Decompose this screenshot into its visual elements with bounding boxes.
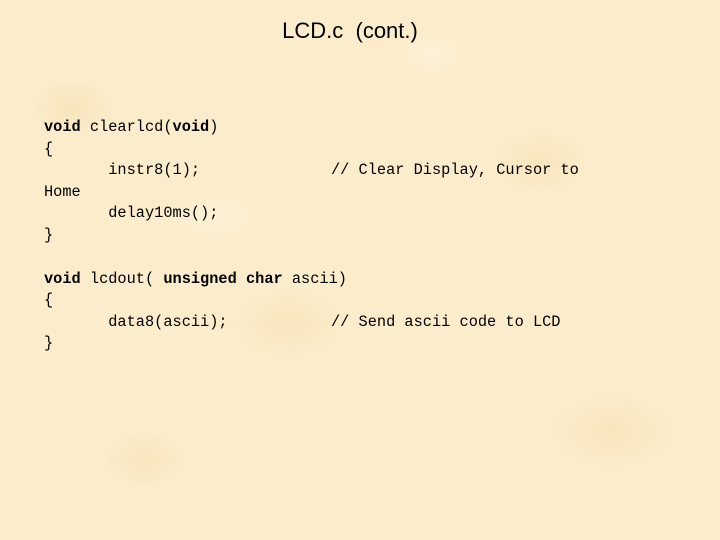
keyword: void [44, 118, 81, 136]
code-listing: void clearlcd(void) { instr8(1);// Clear… [44, 117, 579, 355]
code-comment: // Send ascii code to LCD [331, 312, 561, 331]
code-line: delay10ms(); [44, 204, 219, 223]
keyword: void [172, 118, 210, 136]
slide-title: LCD.c (cont.) [282, 18, 418, 43]
function-name: clearlcd( [80, 118, 173, 136]
keyword: unsigned char [163, 269, 283, 288]
comment-wrap: Home [44, 182, 81, 201]
close-brace: } [44, 225, 54, 244]
open-brace: { [44, 139, 54, 158]
keyword: void [44, 269, 81, 288]
statement: instr8(1); [44, 161, 201, 180]
parameter: ascii) [282, 269, 347, 288]
code-line: data8(ascii); // Send ascii code to LCD [44, 312, 560, 334]
code-line: instr8(1); // Clear Display, Cursor to [44, 160, 579, 182]
open-brace: { [44, 291, 54, 310]
function-name: lcdout( [80, 269, 164, 288]
statement: data8(ascii); [44, 312, 228, 331]
lcdout-signature: void lcdout( unsigned char ascii) [44, 269, 347, 291]
paren: ) [209, 118, 219, 136]
close-brace: } [44, 334, 54, 353]
clearlcd-signature: void clearlcd(void) [44, 117, 347, 139]
code-comment: // Clear Display, Cursor to [331, 161, 579, 180]
